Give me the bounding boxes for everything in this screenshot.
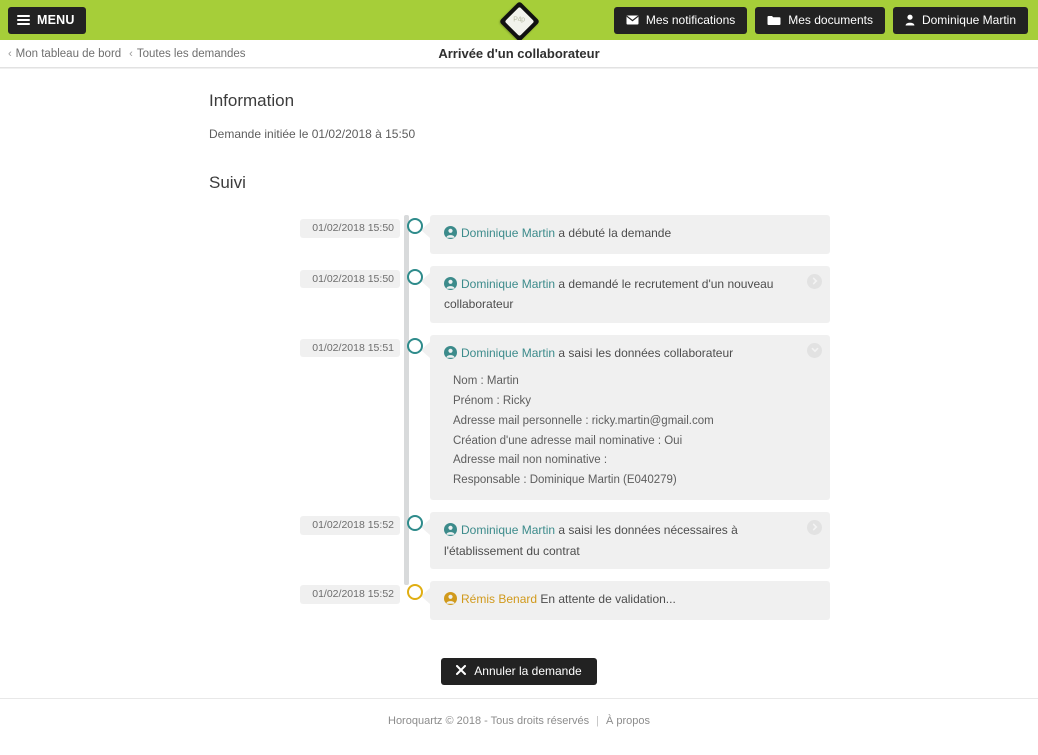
- close-x-icon: [456, 664, 467, 678]
- chevron-down-icon[interactable]: [807, 342, 822, 358]
- timeline-entry-action-text: a débuté la demande: [555, 226, 672, 240]
- timeline-entry-action-text: En attente de validation...: [537, 592, 676, 607]
- breadcrumb-item-dashboard[interactable]: Mon tableau de bord: [16, 48, 122, 60]
- timeline-marker-done: [407, 268, 423, 285]
- timeline-entry-actor[interactable]: Dominique Martin: [461, 226, 555, 240]
- header-actions: Mes notifications Mes documents Dominiqu…: [613, 6, 1030, 34]
- timeline-entry-message: Dominique Martin a saisi les données néc…: [444, 521, 796, 560]
- timeline-detail-line: Adresse mail non nominative :: [453, 454, 608, 467]
- chevron-right-icon[interactable]: [807, 273, 822, 289]
- footer-about-link[interactable]: À propos: [606, 715, 650, 727]
- menu-button[interactable]: MENU: [8, 6, 86, 34]
- timeline-entry-timestamp: 01/02/2018 15:52: [300, 515, 400, 535]
- timeline-entry: 01/02/2018 15:52 Dominique Martin a saisi…: [0, 511, 1038, 570]
- timeline-entry-bubble: Dominique Martin a demandé le recrutemen…: [421, 265, 830, 323]
- notifications-button[interactable]: Mes notifications: [613, 6, 748, 34]
- page-title: Arrivée d'un collaborateur: [438, 46, 600, 61]
- timeline-entry-bubble: Rémis Benard En attente de validation...: [421, 581, 830, 620]
- menu-button-label: MENU: [37, 13, 75, 27]
- top-navigation-bar: MENU P4p Mes notifications Mes documents: [0, 0, 1038, 42]
- user-icon: [905, 14, 915, 26]
- footer-separator: |: [596, 715, 599, 727]
- timeline-entry-actor[interactable]: Rémis Benard: [461, 592, 537, 606]
- timeline-entry-timestamp: 01/02/2018 15:50: [300, 219, 400, 238]
- timeline-entry-timestamp: 01/02/2018 15:52: [300, 585, 400, 604]
- chevron-right-icon[interactable]: [807, 519, 822, 535]
- main-content: Information Demande initiée le 01/02/201…: [0, 68, 1038, 743]
- user-account-button[interactable]: Dominique Martin: [892, 6, 1028, 34]
- cancel-action-area: Annuler la demande: [0, 657, 1038, 685]
- timeline-entry: 01/02/2018 15:51 Dominique Martin a saisi…: [0, 334, 1038, 500]
- timeline-entry-timestamp: 01/02/2018 15:50: [300, 269, 400, 289]
- footer: Horoquartz © 2018 - Tous droits réservés…: [0, 698, 1038, 743]
- folder-icon: [767, 15, 781, 26]
- timeline-entry-message: Rémis Benard En attente de validation...: [444, 590, 796, 611]
- timeline: 01/02/2018 15:50 Dominique Martin a début…: [0, 215, 1038, 620]
- timeline-detail-line: Adresse mail personnelle : ricky.martin@…: [453, 414, 714, 427]
- person-avatar-icon: [444, 226, 457, 245]
- user-account-label: Dominique Martin: [921, 13, 1016, 27]
- timeline-marker-done: [407, 337, 423, 354]
- timeline-entry-details: Nom : Martin Prénom : Ricky Adresse mail p…: [444, 372, 796, 491]
- information-initiated-text: Demande initiée le 01/02/2018 à 15:50: [209, 127, 416, 141]
- timeline-entry-message: Dominique Martin a saisi les données col…: [444, 344, 796, 365]
- timeline-detail-line: Création d'une adresse mail nominative :…: [453, 434, 683, 447]
- breadcrumb-item-all-requests[interactable]: Toutes les demandes: [137, 48, 246, 60]
- breadcrumb-bar: ‹ Mon tableau de bord ‹ Toutes les deman…: [0, 40, 1038, 68]
- timeline-marker-done: [407, 218, 423, 234]
- cancel-request-button[interactable]: Annuler la demande: [441, 657, 597, 685]
- timeline-entry-bubble: Dominique Martin a débuté la demande: [421, 215, 830, 254]
- cancel-request-label: Annuler la demande: [474, 664, 582, 679]
- logo-text: P4p: [513, 16, 525, 24]
- person-avatar-icon: [444, 522, 457, 542]
- notifications-label: Mes notifications: [645, 13, 736, 27]
- suivi-heading: Suivi: [209, 173, 246, 192]
- timeline-entry-message: Dominique Martin a demandé le recrutemen…: [444, 275, 796, 314]
- timeline-entry-bubble: Dominique Martin a saisi les données néc…: [421, 511, 830, 570]
- documents-button[interactable]: Mes documents: [755, 6, 885, 34]
- hamburger-icon: [17, 13, 30, 27]
- breadcrumb-chevron-left-icon-2: ‹: [129, 47, 133, 60]
- timeline-entry: 01/02/2018 15:50 Dominique Martin a deman…: [0, 265, 1038, 323]
- timeline-entry-message: Dominique Martin a débuté la demande: [444, 224, 796, 245]
- timeline-marker-done: [407, 514, 423, 531]
- breadcrumb-chevron-left-icon-1: ‹: [8, 47, 12, 60]
- person-avatar-icon: [444, 592, 457, 611]
- timeline-entry-actor[interactable]: Dominique Martin: [461, 277, 555, 291]
- timeline-detail-line: Nom : Martin: [453, 375, 519, 388]
- envelope-icon: [626, 15, 639, 25]
- footer-copyright: Horoquartz © 2018 - Tous droits réservés: [388, 715, 590, 727]
- timeline-detail-line: Responsable : Dominique Martin (E040279): [453, 474, 677, 487]
- timeline-entry-bubble: Dominique Martin a saisi les données col…: [421, 334, 830, 500]
- timeline-entry-actor[interactable]: Dominique Martin: [461, 346, 555, 360]
- documents-label: Mes documents: [788, 13, 873, 27]
- person-avatar-icon: [444, 276, 457, 296]
- timeline-entry-actor[interactable]: Dominique Martin: [461, 523, 555, 537]
- timeline-entry: 01/02/2018 15:50 Dominique Martin a début…: [0, 215, 1038, 254]
- app-logo[interactable]: P4p: [496, 0, 542, 44]
- information-heading: Information: [209, 91, 295, 110]
- timeline-entry-action-text: a saisi les données collaborateur: [555, 345, 734, 360]
- timeline-entry: 01/02/2018 15:52 Rémis Benard En attente …: [0, 581, 1038, 620]
- timeline-entry-timestamp: 01/02/2018 15:51: [300, 338, 400, 358]
- person-avatar-icon: [444, 345, 457, 365]
- breadcrumb: ‹ Mon tableau de bord ‹ Toutes les deman…: [8, 48, 246, 60]
- timeline-detail-line: Prénom : Ricky: [453, 395, 531, 408]
